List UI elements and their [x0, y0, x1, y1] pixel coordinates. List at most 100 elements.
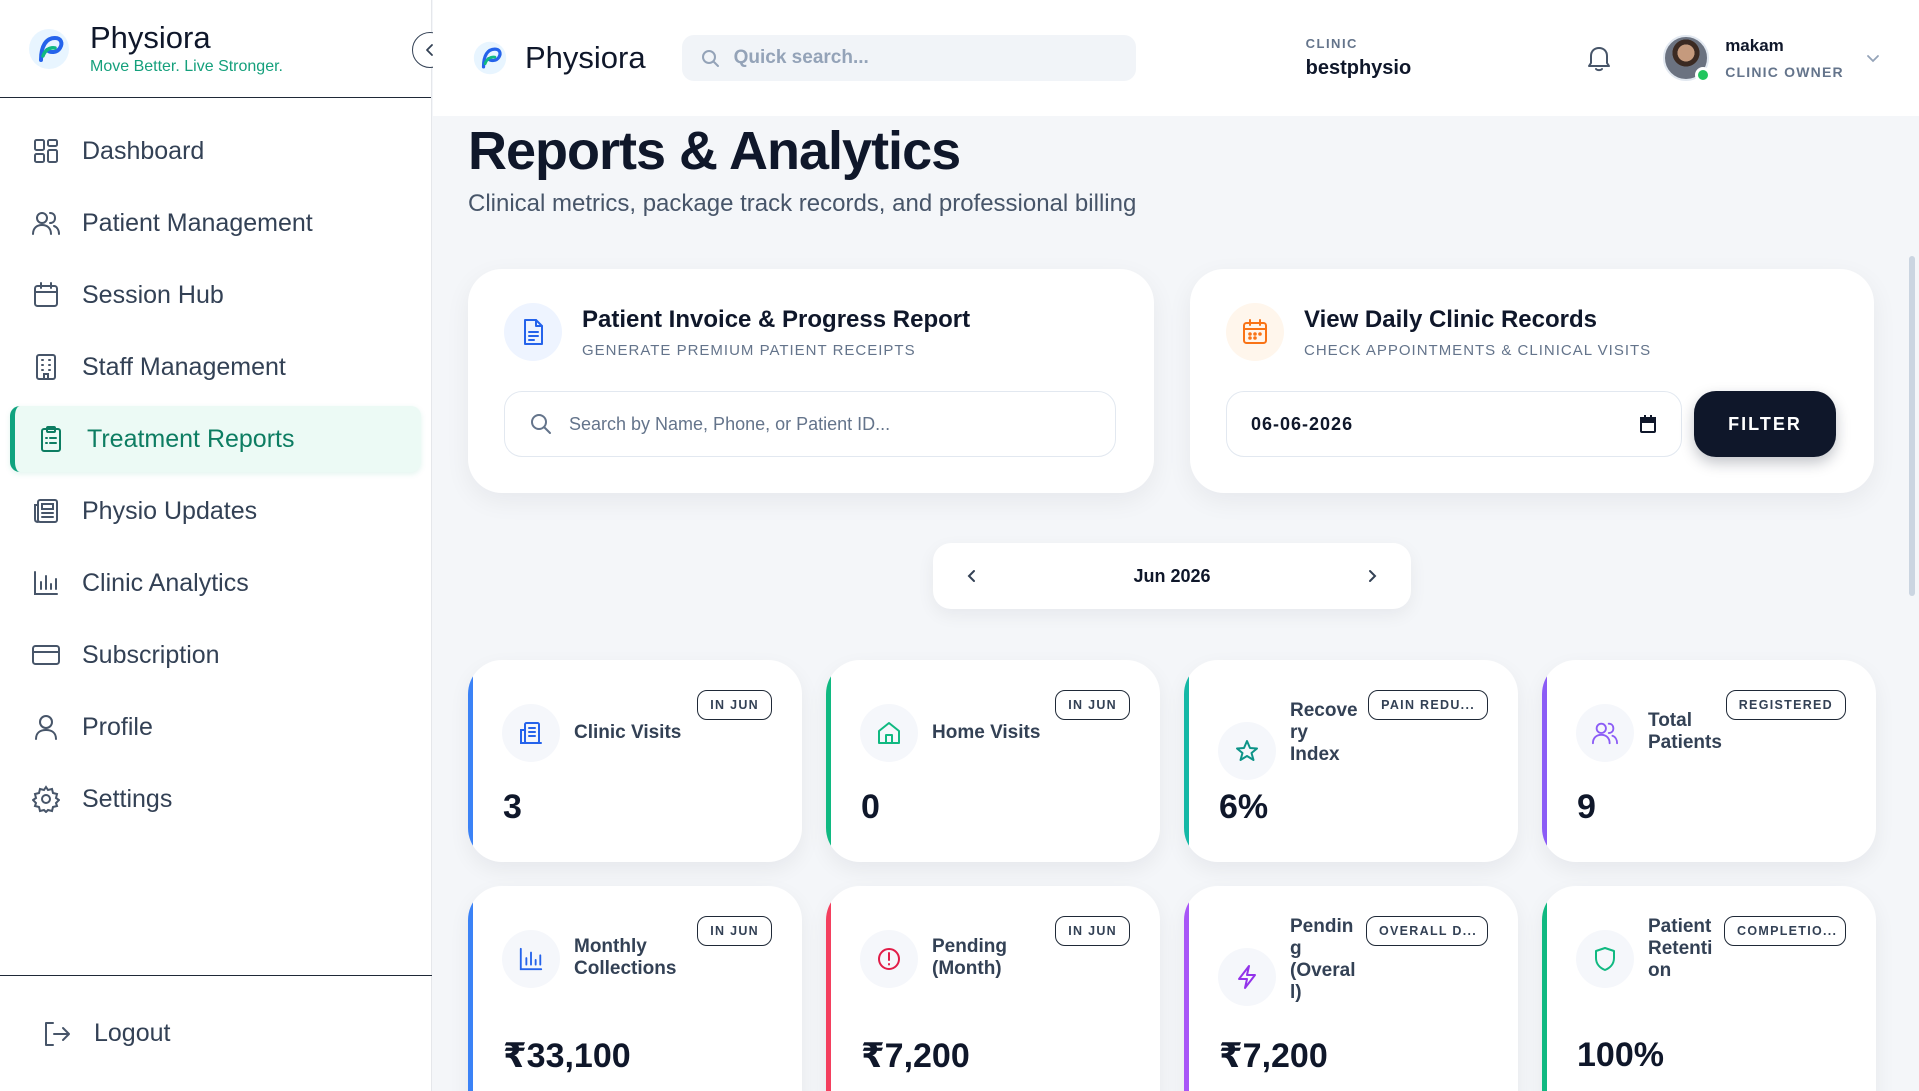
- clinic-building-icon: [502, 704, 560, 762]
- stat-label: Pendin g (Overal l): [1290, 916, 1356, 1003]
- stat-card-patient-retention[interactable]: Patient Retenti on COMPLETIO... 100%: [1542, 886, 1876, 1091]
- patient-search-input[interactable]: Search by Name, Phone, or Patient ID...: [504, 391, 1116, 457]
- stat-card-total-patients[interactable]: Total Patients REGISTERED 9: [1542, 660, 1876, 862]
- daily-records-panel: View Daily Clinic Records Check appointm…: [1190, 269, 1874, 493]
- bar-chart-icon: [502, 930, 560, 988]
- user-menu[interactable]: makam CLINIC OWNER: [1663, 35, 1880, 83]
- patient-search-placeholder: Search by Name, Phone, or Patient ID...: [569, 413, 891, 434]
- bell-icon: [1588, 47, 1611, 72]
- stat-label: Home Visits: [932, 722, 1041, 743]
- credit-card-icon: [30, 639, 62, 671]
- sidebar-item-physio-updates[interactable]: Physio Updates: [10, 478, 421, 544]
- stat-card-pending-overall[interactable]: Pendin g (Overal l) OVERALL D... ₹7,200: [1184, 886, 1518, 1091]
- clinic-info: CLINIC bestphysio: [1306, 36, 1412, 80]
- stat-label: Total Patients: [1648, 710, 1722, 753]
- calendar-icon: [1226, 303, 1284, 361]
- logout-icon: [42, 1018, 74, 1050]
- users-icon: [30, 207, 62, 239]
- lightning-icon: [1218, 948, 1276, 1006]
- sidebar-item-label: Settings: [82, 784, 173, 813]
- sidebar-item-session-hub[interactable]: Session Hub: [10, 262, 421, 328]
- sidebar-item-dashboard[interactable]: Dashboard: [10, 118, 421, 184]
- stat-badge: IN JUN: [697, 690, 772, 720]
- topbar-brand[interactable]: Physiora: [473, 40, 646, 76]
- topbar-title: Physiora: [525, 40, 646, 75]
- star-icon: [1218, 722, 1276, 780]
- online-status-dot: [1695, 67, 1712, 83]
- filter-button[interactable]: FILTER: [1694, 391, 1836, 457]
- stat-label: Clinic Visits: [574, 722, 682, 743]
- user-role: CLINIC OWNER: [1725, 64, 1844, 80]
- shield-icon: [1576, 930, 1634, 988]
- dashboard-icon: [30, 135, 62, 167]
- gear-icon: [30, 783, 62, 815]
- sidebar-item-label: Patient Management: [82, 208, 313, 237]
- sidebar-item-label: Physio Updates: [82, 496, 258, 525]
- sidebar: Physiora Move Better. Live Stronger. Das…: [0, 0, 448, 1091]
- sidebar-item-treatment-reports[interactable]: Treatment Reports: [10, 406, 421, 472]
- stat-badge: IN JUN: [697, 916, 772, 946]
- sidebar-item-subscription[interactable]: Subscription: [10, 622, 421, 688]
- sidebar-item-label: Treatment Reports: [87, 424, 295, 453]
- daily-panel-title: View Daily Clinic Records: [1304, 305, 1598, 333]
- stat-badge: PAIN REDU...: [1368, 690, 1488, 720]
- avatar: [1663, 35, 1712, 83]
- physiora-logo: [28, 28, 70, 70]
- date-value: 06-06-2026: [1251, 413, 1354, 434]
- stat-value: ₹33,100: [503, 1037, 631, 1075]
- sidebar-item-clinic-analytics[interactable]: Clinic Analytics: [10, 550, 421, 616]
- stat-card-pending-month[interactable]: Pending (Month) IN JUN ₹7,200: [826, 886, 1160, 1091]
- stat-card-monthly-collections[interactable]: Monthly Collections IN JUN ₹33,100: [468, 886, 802, 1091]
- stat-card-recovery-index[interactable]: Recove ry Index PAIN REDU... 6%: [1184, 660, 1518, 862]
- stat-value: ₹7,200: [1219, 1037, 1328, 1075]
- logout-button[interactable]: Logout: [0, 975, 432, 1091]
- previous-month-button[interactable]: [957, 561, 987, 591]
- search-icon: [701, 50, 719, 67]
- newspaper-icon: [30, 495, 62, 527]
- sidebar-item-staff-management[interactable]: Staff Management: [10, 334, 421, 400]
- sidebar-brand: Physiora Move Better. Live Stronger.: [0, 0, 448, 98]
- stat-card-clinic-visits[interactable]: Clinic Visits IN JUN 3: [468, 660, 802, 862]
- topbar: Physiora Quick search... CLINIC bestphys…: [433, 0, 1919, 116]
- stat-badge: IN JUN: [1055, 916, 1130, 946]
- sidebar-nav: Dashboard Patient Management Session Hub…: [0, 98, 431, 832]
- stat-label: Patient Retenti on: [1648, 916, 1713, 981]
- stat-label: Pending (Month): [932, 936, 1007, 979]
- brand-name: Physiora: [90, 20, 211, 55]
- sidebar-item-patient-management[interactable]: Patient Management: [10, 190, 421, 256]
- invoice-panel-subtitle: Generate premium patient receipts: [582, 341, 916, 359]
- current-month-label: Jun 2026: [1133, 565, 1211, 586]
- date-picker-input[interactable]: 06-06-2026: [1226, 391, 1682, 457]
- sidebar-item-label: Clinic Analytics: [82, 568, 249, 597]
- stat-label: Recove ry Index: [1290, 700, 1358, 765]
- sidebar-item-label: Session Hub: [82, 280, 224, 309]
- month-navigator: Jun 2026: [933, 543, 1411, 609]
- logout-label: Logout: [94, 1019, 171, 1047]
- physiora-logo: [473, 41, 507, 75]
- user-icon: [30, 711, 62, 743]
- main-content: Reports & Analytics Clinical metrics, pa…: [433, 116, 1919, 1091]
- chevron-right-icon: [1368, 570, 1377, 582]
- alert-circle-icon: [860, 930, 918, 988]
- stat-card-home-visits[interactable]: Home Visits IN JUN 0: [826, 660, 1160, 862]
- stat-value: ₹7,200: [861, 1037, 970, 1075]
- clinic-label: CLINIC: [1305, 36, 1358, 51]
- bar-chart-icon: [30, 567, 62, 599]
- notifications-button[interactable]: [1583, 42, 1615, 74]
- sidebar-item-label: Profile: [82, 712, 153, 741]
- sidebar-item-profile[interactable]: Profile: [10, 694, 421, 760]
- stat-badge: COMPLETIO...: [1724, 916, 1846, 946]
- quick-search-input[interactable]: Quick search...: [681, 35, 1136, 81]
- calendar-icon: [30, 279, 62, 311]
- stat-badge: IN JUN: [1055, 690, 1130, 720]
- invoice-panel-title: Patient Invoice & Progress Report: [582, 305, 971, 333]
- sidebar-item-settings[interactable]: Settings: [10, 766, 421, 832]
- next-month-button[interactable]: [1357, 561, 1387, 591]
- invoice-report-panel: Patient Invoice & Progress Report Genera…: [468, 269, 1154, 493]
- page-scrollbar[interactable]: [1909, 256, 1915, 596]
- stat-label: Monthly Collections: [574, 936, 677, 979]
- stat-value: 6%: [1219, 788, 1269, 826]
- page-subtitle: Clinical metrics, package track records,…: [468, 190, 1137, 217]
- user-name: makam: [1725, 36, 1784, 55]
- stat-badge: REGISTERED: [1725, 690, 1846, 720]
